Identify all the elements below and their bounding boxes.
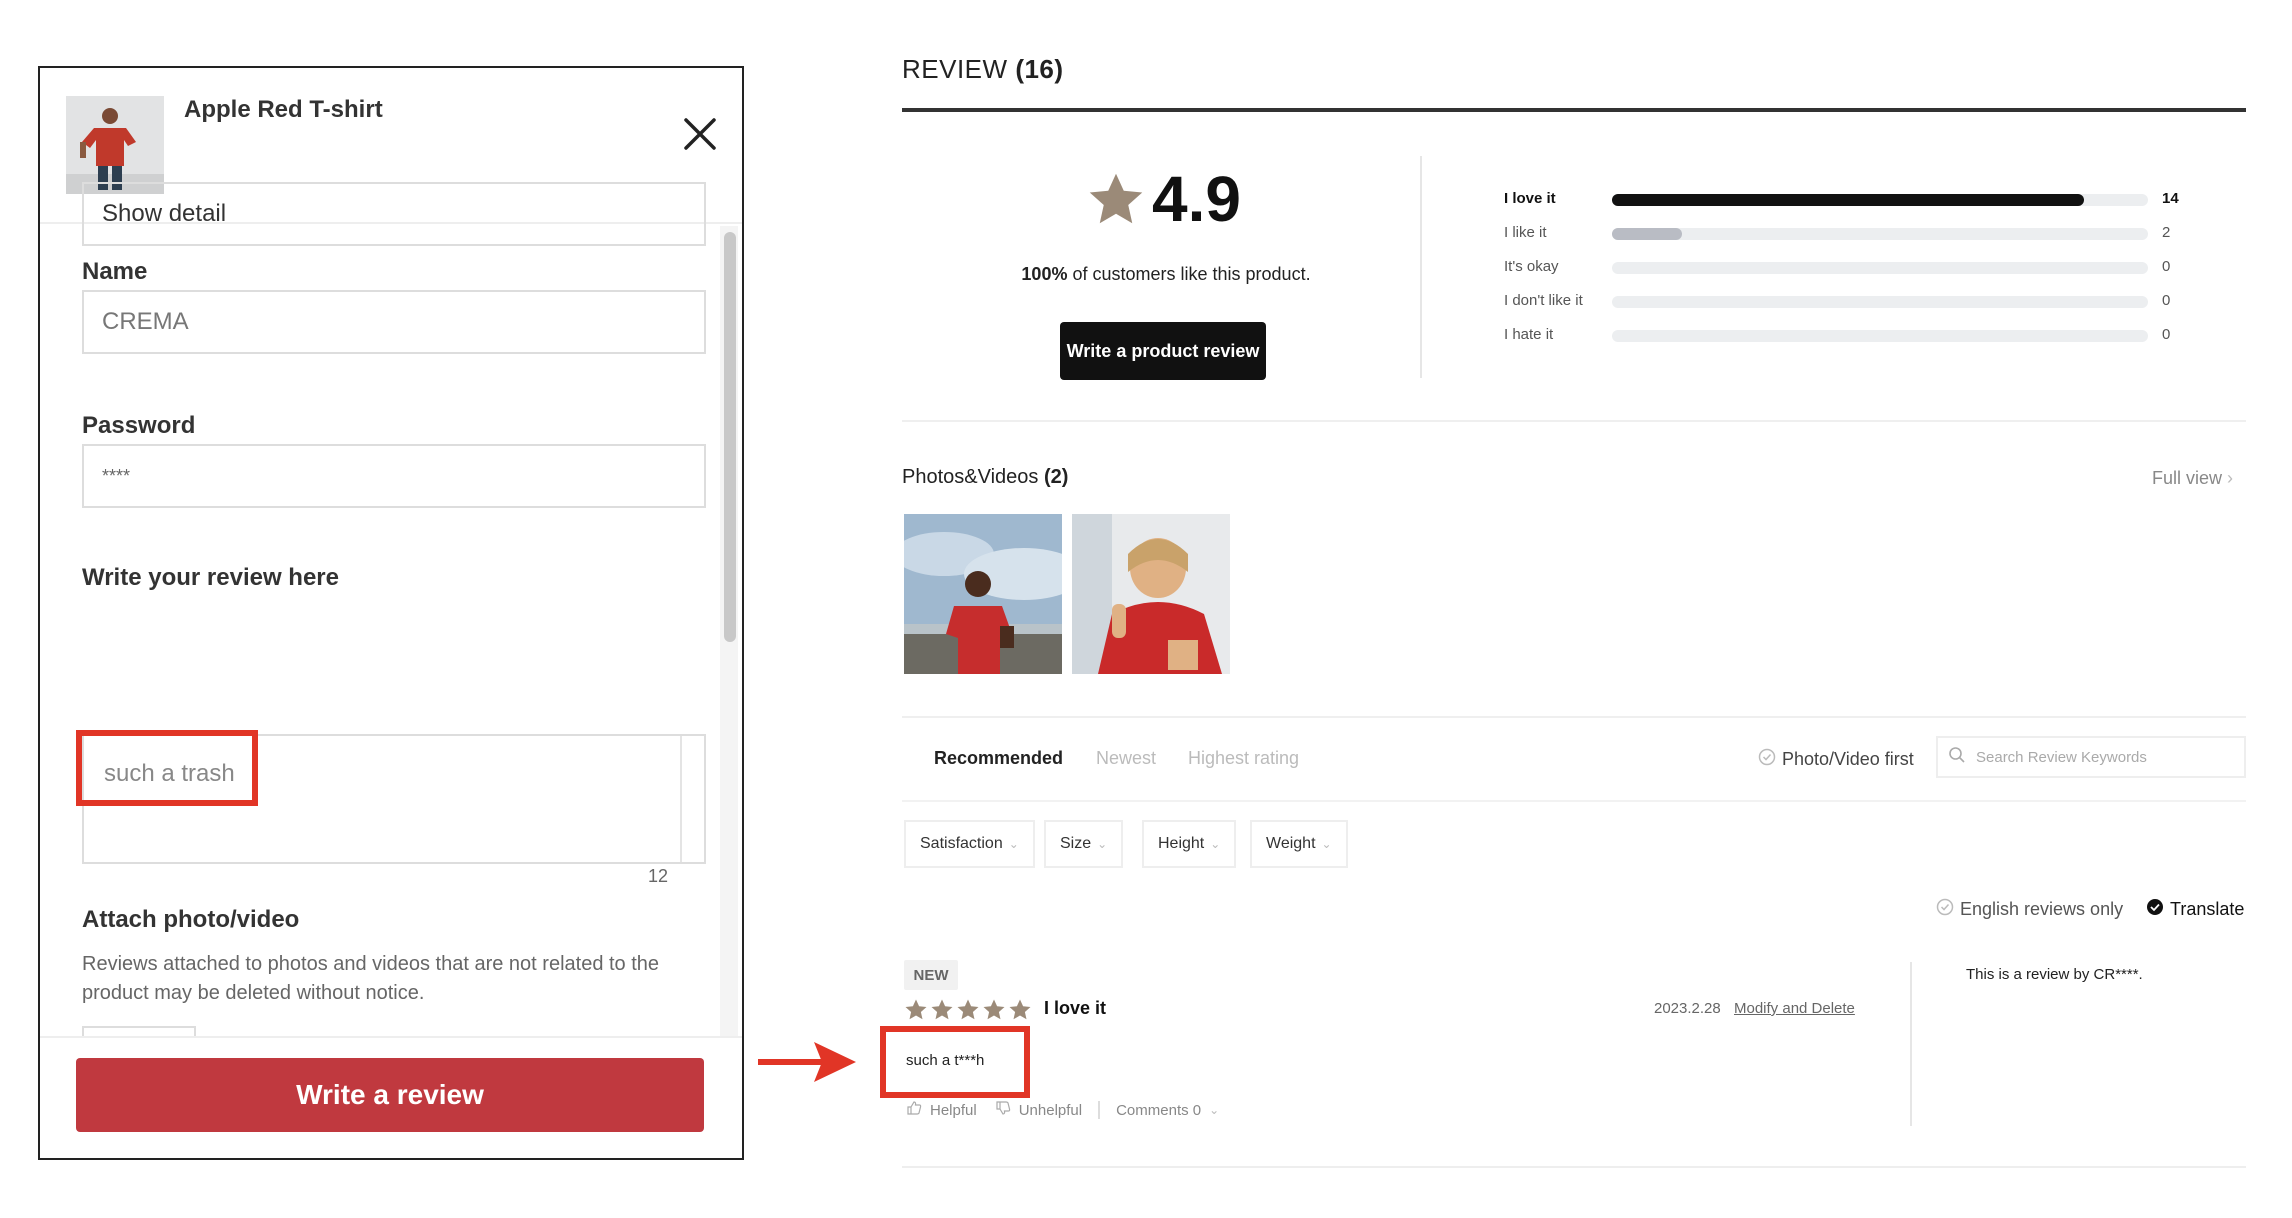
textarea-scrollbar[interactable] [680, 736, 708, 862]
dist-label: I don't like it [1504, 292, 1583, 309]
filter-height[interactable]: Height ⌄ [1142, 820, 1237, 868]
dist-bar [1612, 296, 2148, 308]
arrow-right-icon [756, 1036, 860, 1088]
dist-bar-fill [1612, 194, 2084, 206]
dist-bar [1612, 262, 2148, 274]
filter-size[interactable]: Size ⌄ [1044, 820, 1124, 868]
divider [902, 800, 2246, 802]
review-photo[interactable] [1072, 514, 1230, 674]
dist-bar-fill [1612, 228, 1682, 240]
highlight-box [880, 1026, 1030, 1098]
title-rule [902, 108, 2246, 112]
star-icon [1009, 999, 1031, 1020]
sort-newest[interactable]: Newest [1096, 748, 1156, 769]
product-thumbnail [66, 96, 164, 194]
filter-weight[interactable]: Weight ⌄ [1250, 820, 1348, 868]
thumbs-up-icon[interactable] [906, 1100, 922, 1120]
product-name: Apple Red T-shirt [184, 96, 383, 123]
unhelpful-button[interactable]: Unhelpful [1019, 1102, 1082, 1119]
star-icon [983, 999, 1005, 1020]
review-divider [1910, 962, 1912, 1126]
reviewer-note: This is a review by CR****. [1966, 966, 2143, 983]
attach-label: Attach photo/video [82, 906, 300, 933]
review-actions: Helpful Unhelpful Comments 0 ⌄ [906, 1100, 1219, 1120]
thumbs-down-icon[interactable] [995, 1100, 1011, 1120]
chevron-right-icon: › [2227, 468, 2234, 488]
password-label: Password [82, 412, 196, 439]
attach-notice: Reviews attached to photos and videos th… [82, 953, 660, 1004]
comments-button[interactable]: Comments 0 [1116, 1102, 1201, 1119]
write-product-review-button[interactable]: Write a product review [1060, 322, 1266, 380]
dist-bar [1612, 330, 2148, 342]
name-label: Name [82, 258, 148, 285]
check-circle-icon [1758, 748, 1776, 771]
review-headline: I love it [1044, 998, 1107, 1018]
chevron-down-icon: ⌄ [1210, 837, 1221, 851]
chevron-down-icon: ⌄ [1209, 1103, 1220, 1117]
summary-divider [1420, 156, 1422, 378]
helpful-button[interactable]: Helpful [930, 1102, 977, 1119]
show-detail-field[interactable]: Show detail [82, 182, 706, 246]
dist-bar [1612, 228, 2148, 240]
sort-recommended[interactable]: Recommended [934, 748, 1063, 769]
dist-label: It's okay [1504, 258, 1559, 275]
full-view-link[interactable]: Full view › [2152, 468, 2233, 489]
footer-divider [40, 1036, 742, 1038]
star-icon [931, 999, 953, 1020]
review-modal: Apple Red T-shirt Show detail Name CREMA… [38, 66, 744, 1160]
like-summary: 100% of customers like this product. [1021, 264, 1311, 284]
review-date: 2023.2.28 [1654, 1000, 1721, 1017]
dist-count: 0 [2162, 258, 2171, 275]
translate-toggle[interactable]: Translate [2146, 898, 2244, 921]
star-icon [905, 999, 927, 1020]
char-counter: 12 [648, 866, 669, 886]
dist-label: I love it [1504, 190, 1556, 207]
review-stars [904, 998, 1032, 1022]
modify-delete-link[interactable]: Modify and Delete [1734, 1000, 1855, 1017]
photo-video-first-toggle[interactable]: Photo/Video first [1758, 748, 1914, 771]
english-reviews-only-toggle[interactable]: English reviews only [1936, 898, 2123, 921]
divider [902, 716, 2246, 718]
write-review-button[interactable]: Write a review [76, 1058, 704, 1132]
highlight-box [76, 730, 258, 806]
check-circle-icon [1936, 898, 1954, 921]
separator [1098, 1101, 1101, 1119]
dist-count: 0 [2162, 326, 2171, 343]
review-label: Write your review here [82, 564, 339, 591]
divider [902, 420, 2246, 422]
average-rating: 4.9 [1152, 163, 1241, 235]
name-input[interactable]: CREMA [82, 290, 706, 354]
dist-label: I hate it [1504, 326, 1554, 343]
chevron-down-icon: ⌄ [1008, 837, 1019, 851]
filter-satisfaction[interactable]: Satisfaction ⌄ [904, 820, 1035, 868]
chevron-down-icon: ⌄ [1321, 837, 1332, 851]
close-icon[interactable] [680, 114, 720, 154]
review-photo[interactable] [904, 514, 1062, 674]
password-input[interactable]: **** [82, 444, 706, 508]
star-icon [957, 999, 979, 1020]
dist-count: 14 [2162, 190, 2179, 207]
dist-bar [1612, 194, 2148, 206]
search-icon [1948, 746, 1966, 768]
sort-highest-rating[interactable]: Highest rating [1188, 748, 1299, 769]
review-count: (16) [1015, 54, 1064, 84]
star-icon [1086, 170, 1146, 230]
new-badge: NEW [904, 960, 958, 990]
scrollbar-thumb[interactable] [724, 232, 736, 642]
dist-count: 0 [2162, 292, 2171, 309]
divider [902, 1166, 2246, 1168]
review-title: REVIEW (16) [902, 54, 1064, 84]
check-filled-icon [2146, 898, 2164, 921]
dist-count: 2 [2162, 224, 2171, 241]
photos-videos-title: Photos&Videos (2) [902, 466, 1069, 488]
chevron-down-icon: ⌄ [1097, 837, 1108, 851]
dist-label: I like it [1504, 224, 1547, 241]
review-search-input[interactable]: Search Review Keywords [1936, 736, 2246, 778]
